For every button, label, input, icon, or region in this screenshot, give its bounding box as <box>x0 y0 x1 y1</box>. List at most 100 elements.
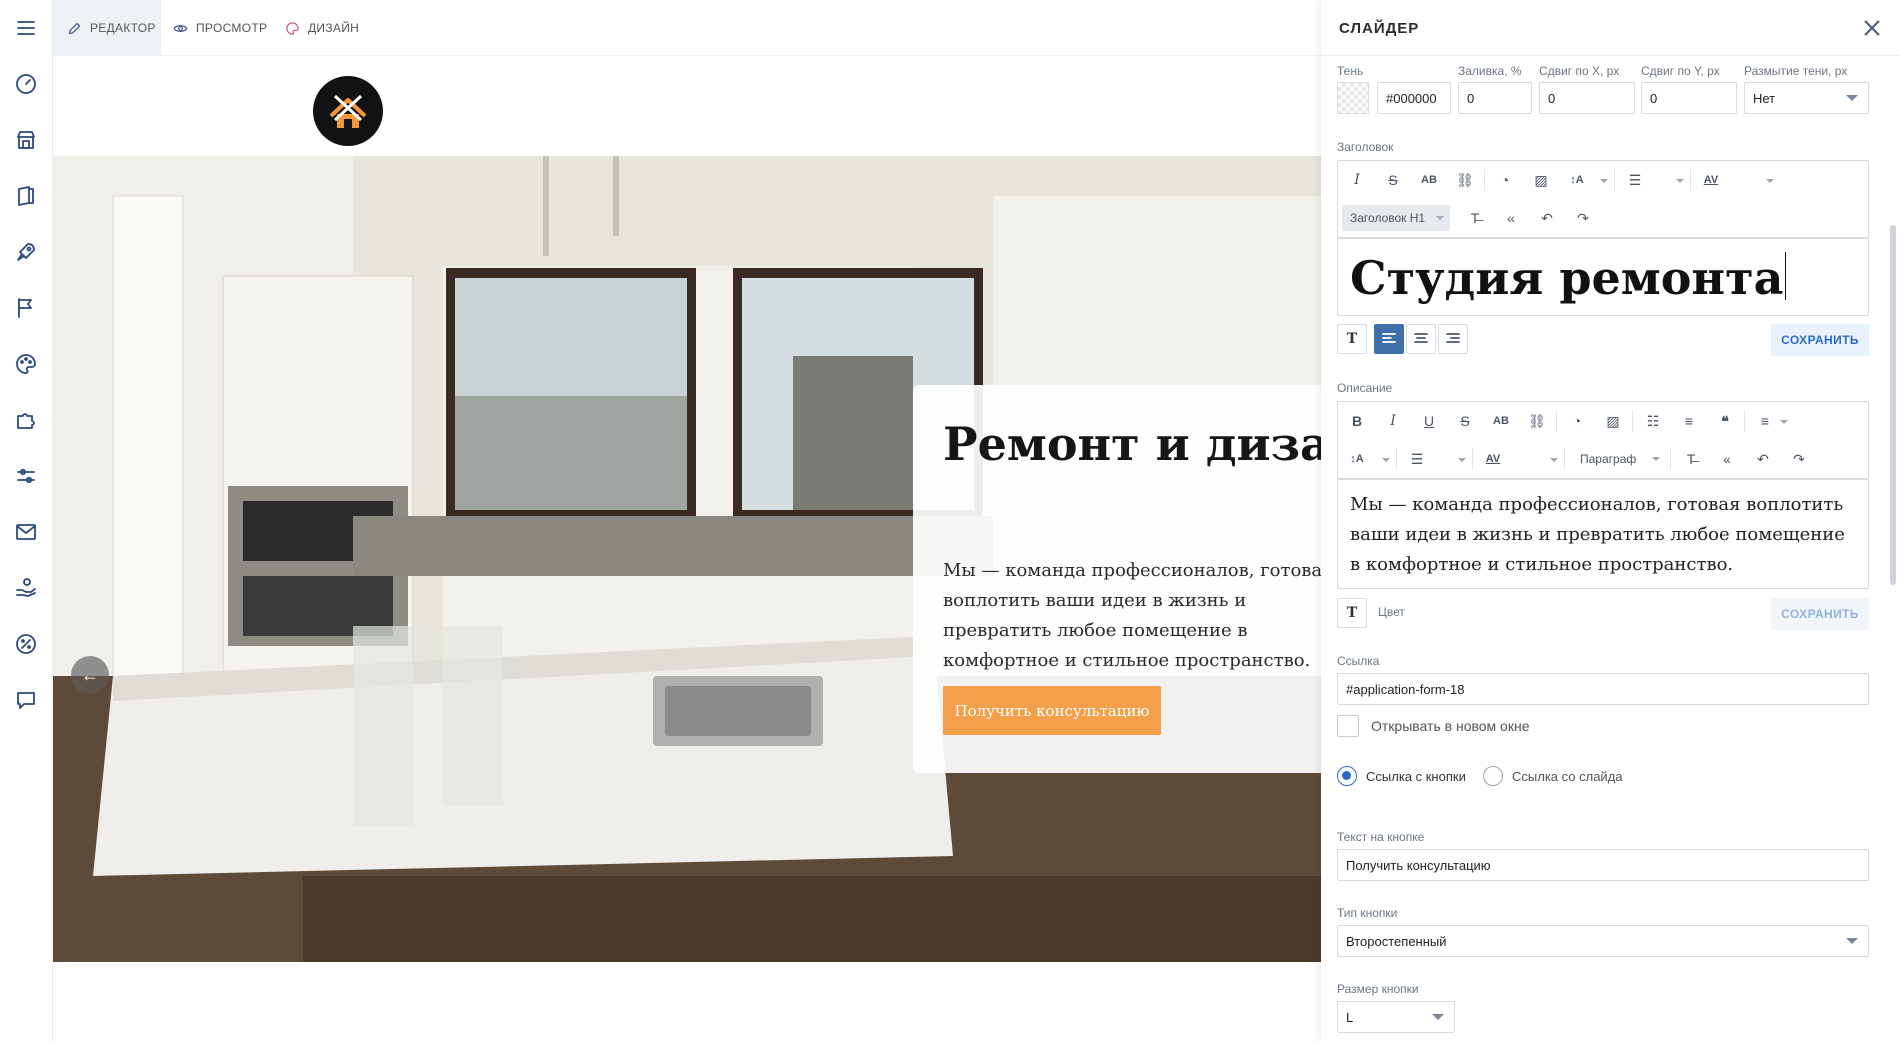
chevron-down-icon[interactable] <box>1458 458 1466 462</box>
shadow-color-swatch[interactable] <box>1337 82 1369 114</box>
link-from-slide-radio[interactable] <box>1483 766 1503 786</box>
undo-icon[interactable]: ↶ <box>1750 446 1776 472</box>
button-size-value: L <box>1346 1009 1354 1025</box>
undo-icon[interactable]: ↶ <box>1534 205 1560 231</box>
font-size-icon[interactable]: ↕A <box>1564 167 1590 193</box>
link-from-button-radio[interactable] <box>1337 766 1357 786</box>
dashboard-icon[interactable] <box>12 70 40 98</box>
chevron-down-icon[interactable] <box>1766 179 1774 183</box>
tab-design[interactable]: ДИЗАЙН <box>285 0 359 56</box>
toolbar-separator <box>1396 448 1397 470</box>
description-editor[interactable]: Мы — команда профессионалов, готовая воп… <box>1337 479 1869 589</box>
link-from-slide-label[interactable]: Ссылка со слайда <box>1512 769 1623 784</box>
chevron-down-icon[interactable] <box>1780 420 1788 424</box>
tab-preview[interactable]: ПРОСМОТР <box>173 0 267 56</box>
uppercase-icon[interactable]: AB <box>1416 167 1442 193</box>
letter-spacing-icon[interactable]: AV <box>1480 446 1506 472</box>
letter-spacing-icon[interactable]: AV <box>1698 167 1724 193</box>
offset-x-label: Сдвиг по X, px <box>1539 64 1620 78</box>
button-text-input[interactable] <box>1337 849 1869 881</box>
hero-cta-button[interactable]: Получить консультацию <box>943 686 1161 735</box>
hero-description[interactable]: Мы — команда профессионалов, готовая воп… <box>943 556 1321 676</box>
highlight-icon[interactable]: ▨ <box>1600 408 1626 434</box>
shadow-blur-select[interactable]: Нет <box>1744 82 1869 114</box>
close-icon[interactable] <box>1860 16 1884 40</box>
chat-icon[interactable] <box>12 686 40 714</box>
color-palette-icon[interactable]: ◔ <box>1564 408 1590 434</box>
puzzle-icon[interactable] <box>12 406 40 434</box>
tab-editor[interactable]: РЕДАКТОР <box>53 0 161 56</box>
hand-coin-icon[interactable] <box>12 574 40 602</box>
align-center-icon[interactable] <box>1406 324 1436 354</box>
pages-icon[interactable] <box>12 182 40 210</box>
uppercase-icon[interactable]: AB <box>1488 408 1514 434</box>
numbered-list-icon[interactable]: ≡ <box>1676 408 1702 434</box>
heading-editor[interactable]: Студия ремонта <box>1337 238 1869 316</box>
clear-format-icon[interactable]: T̶ <box>1462 205 1488 231</box>
italic-icon[interactable]: I <box>1344 167 1370 193</box>
mail-icon[interactable] <box>12 518 40 546</box>
rocket-icon[interactable] <box>12 238 40 266</box>
blockquote-icon[interactable]: ❝ <box>1712 408 1738 434</box>
flag-icon[interactable] <box>12 294 40 322</box>
chevron-down-icon[interactable] <box>1382 458 1390 462</box>
settings-sliders-icon[interactable] <box>12 462 40 490</box>
store-icon[interactable] <box>12 126 40 154</box>
paragraph-style-select[interactable]: Параграф <box>1572 446 1664 472</box>
button-size-select[interactable]: L <box>1337 1001 1455 1033</box>
shadow-color-input[interactable] <box>1377 82 1451 114</box>
chevron-down-icon[interactable] <box>1676 179 1684 183</box>
underline-icon[interactable]: U <box>1416 408 1442 434</box>
new-window-checkbox[interactable] <box>1337 715 1359 737</box>
line-height-icon[interactable]: ☰ <box>1622 167 1648 193</box>
palette-icon[interactable] <box>12 350 40 378</box>
text-color-icon[interactable]: T <box>1337 598 1367 628</box>
redo-icon[interactable]: ↷ <box>1786 446 1812 472</box>
new-window-label[interactable]: Открывать в новом окне <box>1371 718 1529 734</box>
link-input[interactable] <box>1337 673 1869 705</box>
shadow-fill-input[interactable] <box>1458 82 1532 114</box>
font-size-icon[interactable]: ↕A <box>1344 446 1370 472</box>
quote-icon[interactable]: « <box>1498 205 1524 231</box>
bulleted-list-icon[interactable]: ☷ <box>1640 408 1666 434</box>
left-rail <box>0 0 53 1041</box>
align-left-icon[interactable] <box>1374 324 1404 354</box>
color-palette-icon[interactable]: ◔ <box>1492 167 1518 193</box>
button-type-select[interactable]: Второстепенный <box>1337 925 1869 957</box>
tab-preview-label: ПРОСМОТР <box>196 21 268 35</box>
italic-icon[interactable]: I <box>1380 408 1406 434</box>
panel-scrollbar[interactable] <box>1890 225 1896 585</box>
chevron-down-icon <box>1846 95 1858 101</box>
highlight-icon[interactable]: ▨ <box>1528 167 1554 193</box>
chevron-down-icon[interactable] <box>1550 458 1558 462</box>
strikethrough-icon[interactable]: S <box>1452 408 1478 434</box>
link-icon[interactable]: ⛓ <box>1524 408 1550 434</box>
description-text: Мы — команда профессионалов, готовая воп… <box>1350 494 1845 575</box>
chevron-down-icon <box>1436 216 1444 220</box>
menu-icon[interactable] <box>12 14 40 42</box>
clear-format-icon[interactable]: T̶ <box>1678 446 1704 472</box>
align-right-icon[interactable] <box>1438 324 1468 354</box>
tab-design-label: ДИЗАЙН <box>308 21 360 35</box>
shadow-offset-y-input[interactable] <box>1641 82 1737 114</box>
heading-save-button[interactable]: СОХРАНИТЬ <box>1771 324 1869 356</box>
slider-prev-button[interactable]: ← <box>71 656 109 694</box>
palette-icon <box>286 21 299 35</box>
chevron-down-icon[interactable] <box>1600 179 1608 183</box>
line-height-icon[interactable]: ☰ <box>1404 446 1430 472</box>
link-icon[interactable]: ⛓ <box>1452 167 1478 193</box>
toolbar-separator <box>1670 448 1671 470</box>
quote-icon[interactable]: « <box>1714 446 1740 472</box>
strikethrough-icon[interactable]: S <box>1380 167 1406 193</box>
text-color-icon[interactable]: T <box>1337 324 1367 354</box>
percent-icon[interactable] <box>12 630 40 658</box>
heading-style-select[interactable]: Заголовок H1 <box>1342 205 1450 231</box>
bold-icon[interactable]: B <box>1344 408 1370 434</box>
description-save-button[interactable]: СОХРАНИТЬ <box>1771 598 1869 630</box>
redo-icon[interactable]: ↷ <box>1570 205 1596 231</box>
hero-title[interactable]: Ремонт и дизайн интерьера в Москве <box>943 415 1321 473</box>
site-logo[interactable] <box>313 76 383 146</box>
shadow-offset-x-input[interactable] <box>1539 82 1635 114</box>
align-menu-icon[interactable]: ≡ <box>1752 408 1778 434</box>
link-from-button-label[interactable]: Ссылка с кнопки <box>1366 769 1466 784</box>
